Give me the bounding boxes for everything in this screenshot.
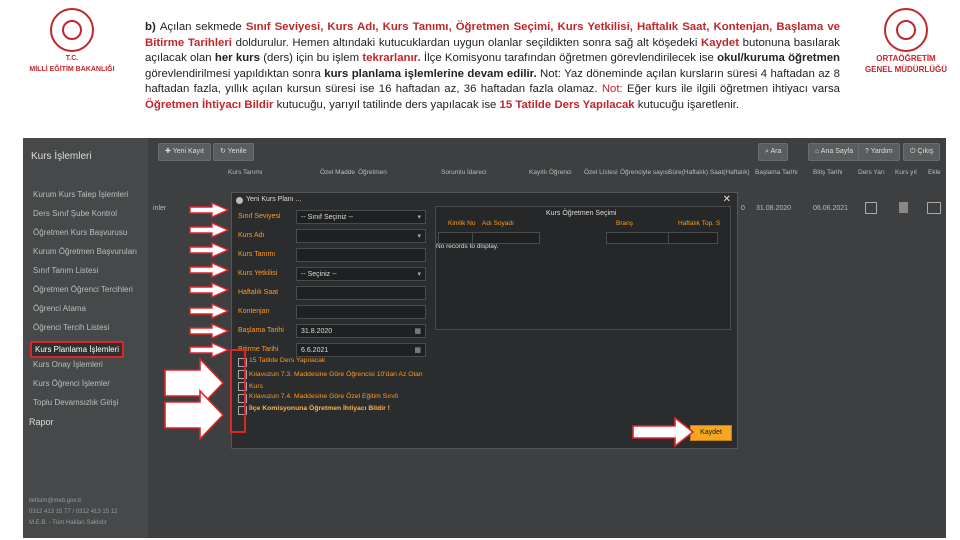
large-arrow-1 [164,357,225,409]
annotation-arrows [164,201,695,448]
save-arrow [632,416,695,448]
field-arrow [189,281,230,299]
large-arrow-2 [164,389,225,441]
field-arrow [189,261,230,279]
field-arrow [189,241,230,259]
field-arrow [189,302,230,320]
field-arrow [189,201,230,219]
field-arrow [189,322,230,340]
field-arrow [189,221,230,239]
field-arrow [189,341,230,359]
